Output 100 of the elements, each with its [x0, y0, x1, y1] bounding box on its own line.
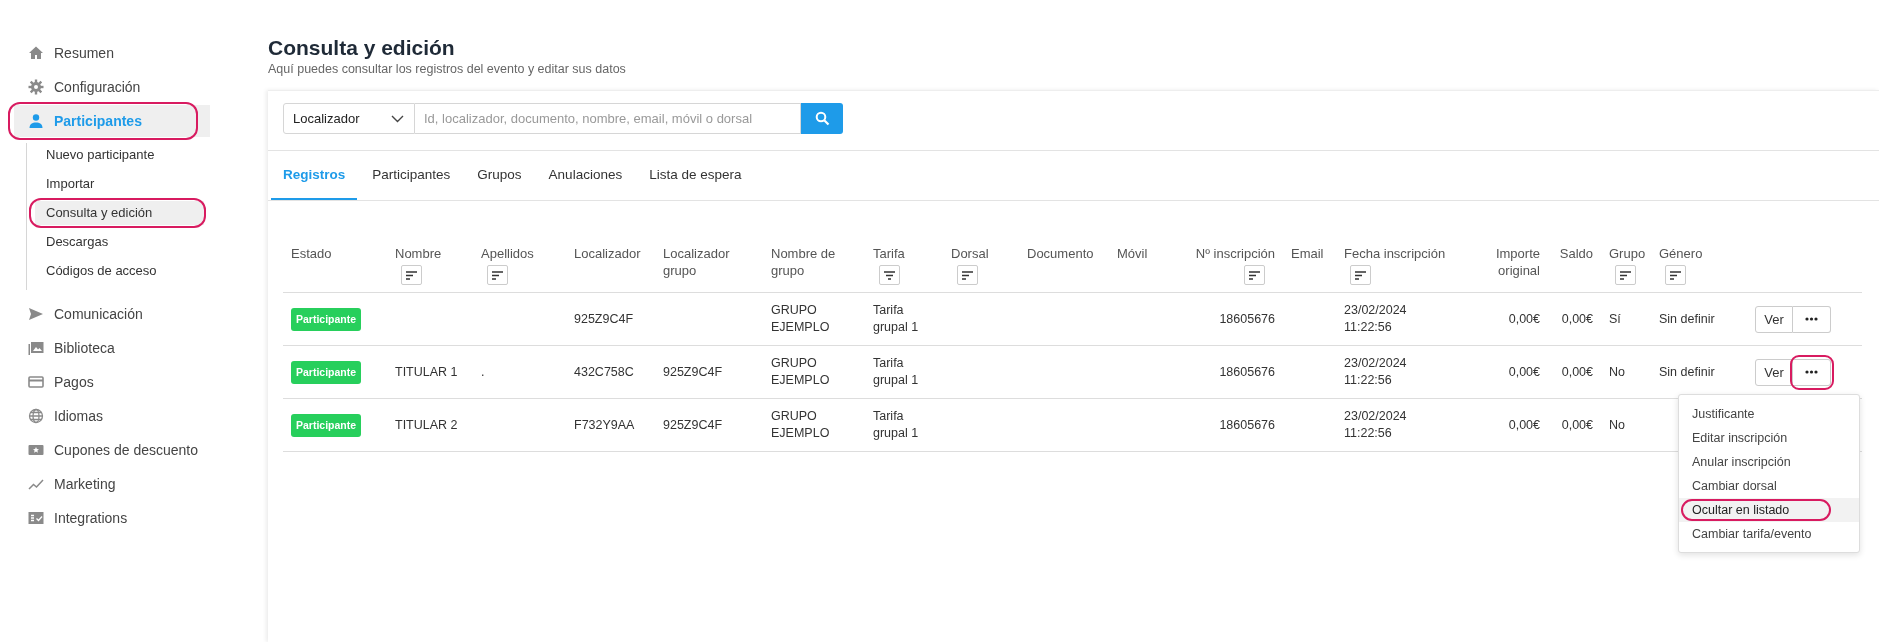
- sort-icon: [1355, 270, 1366, 280]
- sort-button[interactable]: [1665, 265, 1686, 285]
- menu-item[interactable]: Cambiar dorsal: [1679, 473, 1859, 498]
- sidebar-subitem[interactable]: Importar: [35, 172, 204, 196]
- table-cell: 0,00€: [1561, 364, 1593, 379]
- column-header: Móvil: [1117, 245, 1148, 262]
- view-button[interactable]: Ver: [1755, 358, 1793, 386]
- table-cell: 0,00€: [1561, 311, 1593, 326]
- sidebar-subitem[interactable]: Nuevo participante: [35, 143, 204, 167]
- menu-item[interactable]: Cambiar tarifa/evento: [1679, 521, 1859, 546]
- sidebar-item[interactable]: Pagos: [14, 366, 210, 398]
- tab[interactable]: Lista de espera: [637, 151, 754, 200]
- tab[interactable]: Anulaciones: [536, 151, 635, 200]
- sort-button[interactable]: [1615, 265, 1636, 285]
- sort-icon: [406, 270, 417, 280]
- column-header: Fecha inscripción: [1344, 245, 1446, 262]
- sidebar-item[interactable]: Configuración: [14, 71, 210, 103]
- sort-button[interactable]: [487, 265, 508, 285]
- table-cell: F732Y9AA: [574, 417, 635, 432]
- more-icon: [1805, 317, 1818, 321]
- table-cell: GRUPO EJEMPLO: [771, 356, 830, 387]
- sidebar-item[interactable]: Marketing: [14, 468, 210, 500]
- globe-icon: [28, 408, 44, 424]
- table-cell: 0,00€: [1561, 417, 1593, 432]
- sidebar-subitem[interactable]: Descargas: [35, 230, 204, 254]
- column-header: Email: [1291, 245, 1324, 262]
- sort-button[interactable]: [957, 265, 978, 285]
- sidebar-subitem[interactable]: Códigos de acceso: [35, 259, 204, 283]
- table-cell: Tarifa grupal 1: [873, 409, 919, 440]
- column-header: Nº inscripción: [1195, 245, 1275, 262]
- send-icon: [28, 306, 44, 322]
- table-cell: 432C758C: [574, 364, 634, 379]
- sort-icon: [1249, 270, 1260, 280]
- column-header: Importe original: [1494, 245, 1540, 279]
- column-header: Tarifa: [873, 245, 905, 262]
- table-cell: 18605676: [1219, 417, 1275, 432]
- sidebar-item[interactable]: Integrations: [14, 502, 210, 534]
- status-badge: Participante: [291, 307, 362, 331]
- page-subtitle: Aquí puedes consultar los registros del evento y editar sus datos: [268, 62, 627, 76]
- search-button[interactable]: [801, 103, 843, 134]
- column-header: Localizador grupo: [663, 245, 731, 279]
- chevron-down-icon: [391, 114, 404, 123]
- sidebar-item[interactable]: Cupones de descuento: [14, 434, 210, 466]
- table-cell: GRUPO EJEMPLO: [771, 409, 830, 440]
- sort-button[interactable]: [1350, 265, 1371, 285]
- column-header: Dorsal: [951, 245, 989, 262]
- table-cell: 0,00€: [1508, 311, 1540, 326]
- checklist-icon: [28, 510, 44, 526]
- menu-item[interactable]: Justificante: [1679, 401, 1859, 426]
- sidebar-item[interactable]: Comunicación: [14, 298, 210, 330]
- table-cell: GRUPO EJEMPLO: [771, 303, 830, 334]
- status-badge: Participante: [291, 360, 362, 384]
- tab[interactable]: Grupos: [465, 151, 534, 200]
- column-header: Documento: [1027, 245, 1094, 262]
- table-cell: TITULAR 2: [395, 417, 458, 432]
- person-icon: [28, 113, 44, 129]
- search-field[interactable]: Id, localizador, documento, nombre, email, móvil o dorsal: [415, 103, 801, 134]
- sort-icon: [492, 270, 503, 280]
- search-field-select[interactable]: Localizador: [283, 103, 415, 134]
- table-cell: 925Z9C4F: [574, 311, 634, 326]
- sidebar-item[interactable]: Idiomas: [14, 400, 210, 432]
- sidebar-item[interactable]: Biblioteca: [14, 332, 210, 364]
- table-cell: 23/02/2024 11:22:56: [1344, 356, 1407, 387]
- table-cell: 23/02/2024 11:22:56: [1344, 303, 1407, 334]
- sort-button[interactable]: [1244, 265, 1265, 285]
- gallery-icon: [28, 340, 44, 356]
- table-cell: 0,00€: [1508, 364, 1540, 379]
- credit-card-icon: [28, 374, 44, 390]
- sort-icon: [1670, 270, 1681, 280]
- column-header: Apellidos: [481, 245, 534, 262]
- column-header: Nombre: [395, 245, 442, 262]
- table-cell: No: [1609, 417, 1625, 432]
- sort-icon: [1620, 270, 1631, 280]
- filter-button[interactable]: [879, 265, 900, 285]
- column-header: Estado: [291, 245, 332, 262]
- column-header: Género: [1659, 245, 1703, 262]
- ticket-icon: [28, 442, 44, 458]
- search-icon: [814, 111, 830, 126]
- view-button[interactable]: Ver: [1755, 305, 1793, 333]
- home-icon: [28, 45, 44, 61]
- menu-item[interactable]: Editar inscripción: [1679, 425, 1859, 450]
- column-header: Localizador: [574, 245, 641, 262]
- filter-icon: [884, 270, 895, 280]
- table-cell: 925Z9C4F: [663, 364, 723, 379]
- table-cell: Sí: [1609, 311, 1621, 326]
- menu-item[interactable]: Ocultar en listado: [1679, 497, 1859, 522]
- table-cell: Sin definir: [1659, 364, 1715, 379]
- sidebar-item[interactable]: Resumen: [14, 37, 210, 69]
- table-cell: 18605676: [1219, 364, 1275, 379]
- status-badge: Participante: [291, 413, 362, 437]
- table-cell: Tarifa grupal 1: [873, 303, 919, 334]
- column-header: Saldo: [1559, 245, 1593, 262]
- tab[interactable]: Participantes: [360, 151, 463, 200]
- table-cell: TITULAR 1: [395, 364, 458, 379]
- column-header: Grupo: [1609, 245, 1646, 262]
- table-cell: Tarifa grupal 1: [873, 356, 919, 387]
- sort-button[interactable]: [401, 265, 422, 285]
- table-cell: 23/02/2024 11:22:56: [1344, 409, 1407, 440]
- more-icon: [1805, 370, 1818, 374]
- menu-item[interactable]: Anular inscripción: [1679, 449, 1859, 474]
